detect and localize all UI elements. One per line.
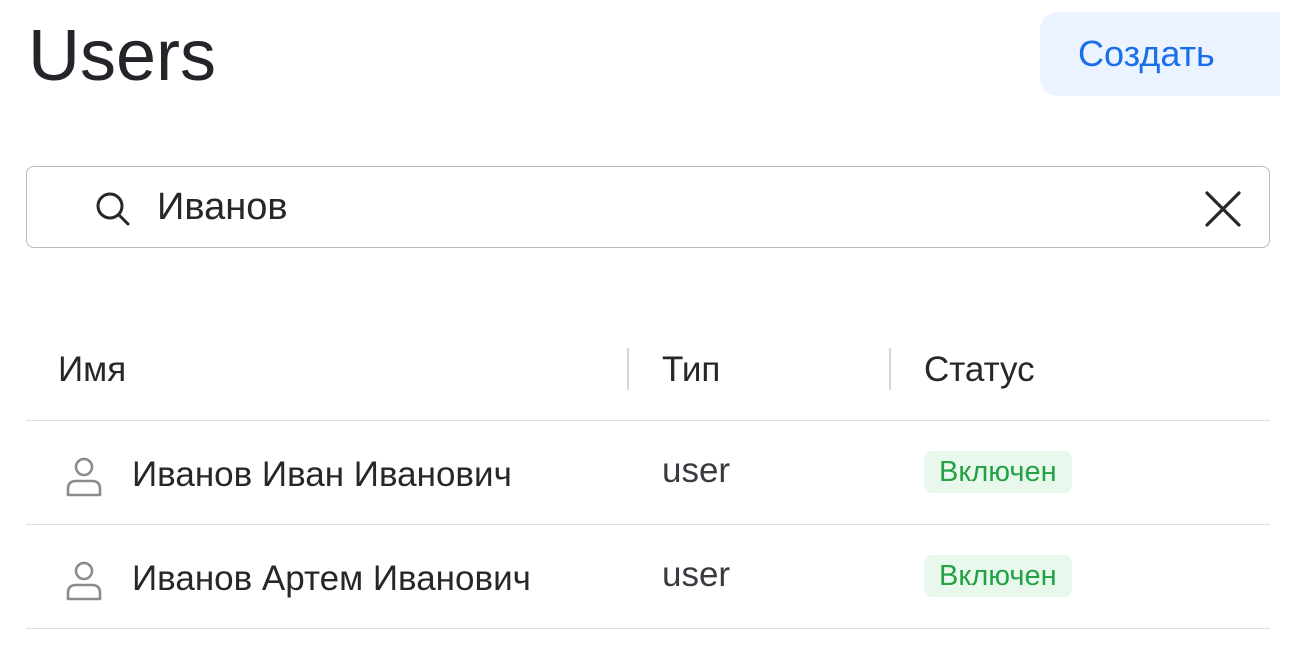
status-badge: Включен bbox=[924, 555, 1072, 597]
search-input[interactable] bbox=[157, 177, 1157, 237]
user-icon bbox=[66, 561, 102, 601]
page-title: Users bbox=[28, 16, 217, 96]
user-icon bbox=[66, 457, 102, 497]
table-row[interactable]: Иванов Артем Иванович user Включен bbox=[26, 525, 1270, 629]
search-icon bbox=[96, 192, 130, 226]
column-header-status[interactable]: Статус bbox=[924, 348, 1035, 392]
users-table: Имя Тип Статус Иванов Иван Иванович user… bbox=[26, 320, 1270, 629]
column-divider[interactable] bbox=[889, 348, 891, 390]
column-header-type[interactable]: Тип bbox=[662, 348, 720, 392]
column-divider[interactable] bbox=[627, 348, 629, 390]
table-row[interactable]: Иванов Иван Иванович user Включен bbox=[26, 421, 1270, 525]
create-button[interactable]: Создать bbox=[1040, 12, 1280, 96]
search-box[interactable] bbox=[26, 166, 1270, 248]
users-page: Users Создать Имя Тип Статус Иванов Иван… bbox=[0, 0, 1294, 652]
column-header-name[interactable]: Имя bbox=[58, 348, 126, 392]
status-badge: Включен bbox=[924, 451, 1072, 493]
user-name: Иванов Иван Иванович bbox=[132, 455, 512, 494]
user-type: user bbox=[662, 451, 731, 490]
user-name: Иванов Артем Иванович bbox=[132, 559, 531, 598]
user-type: user bbox=[662, 555, 731, 594]
table-header: Имя Тип Статус bbox=[26, 320, 1270, 421]
close-icon[interactable] bbox=[1201, 187, 1245, 231]
